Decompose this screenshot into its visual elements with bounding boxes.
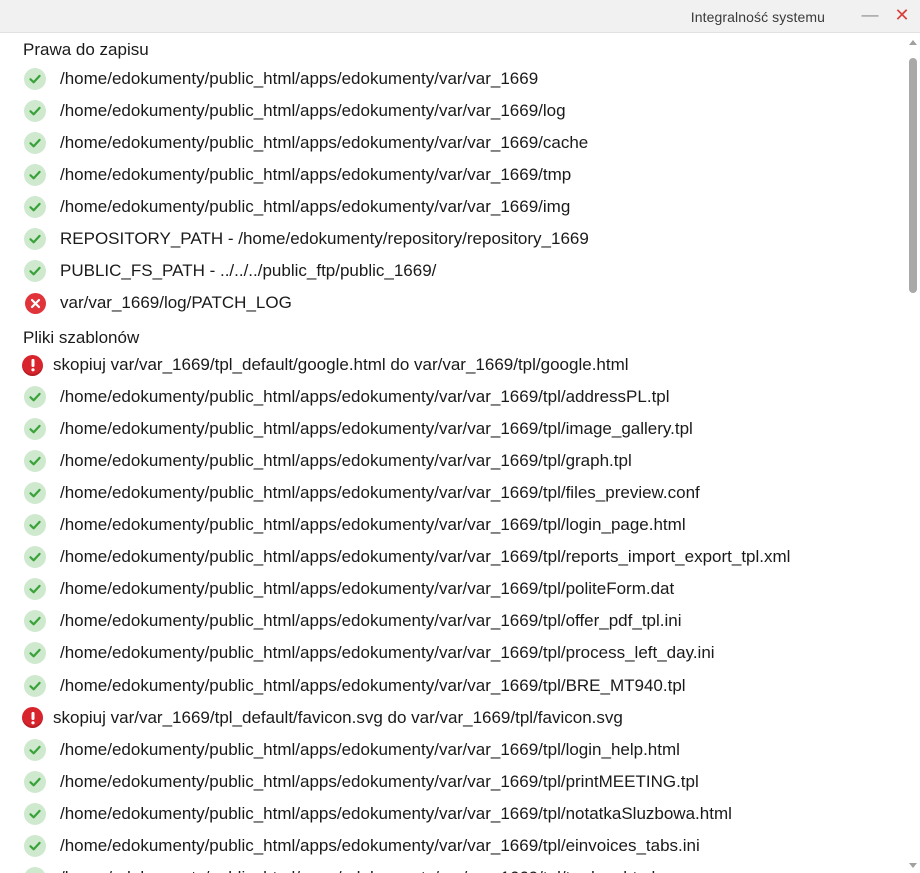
check-row-text: /home/edokumenty/public_html/apps/edokum… bbox=[60, 868, 655, 873]
check-row-text: skopiuj var/var_1669/tpl_default/google.… bbox=[53, 355, 629, 374]
check-row-text: /home/edokumenty/public_html/apps/edokum… bbox=[60, 547, 791, 567]
check-circle-icon bbox=[24, 770, 46, 793]
check-row-text: /home/edokumenty/public_html/apps/edokum… bbox=[60, 483, 700, 503]
close-button[interactable]: ✕ bbox=[892, 5, 912, 25]
check-circle-icon bbox=[24, 386, 46, 409]
section-title-templates: Pliki szablonów bbox=[23, 328, 140, 347]
check-row-text: /home/edokumenty/public_html/apps/edokum… bbox=[60, 133, 589, 153]
check-row-ok: /home/edokumenty/public_html/apps/edokum… bbox=[22, 863, 655, 873]
check-circle-icon bbox=[24, 674, 46, 697]
check-row-text: skopiuj var/var_1669/tpl_default/favicon… bbox=[53, 707, 623, 727]
vertical-scrollbar[interactable] bbox=[906, 33, 920, 873]
check-circle-icon bbox=[24, 100, 46, 123]
check-row-ok: /home/edokumenty/public_html/apps/edokum… bbox=[22, 831, 700, 861]
window-titlebar: Integralność systemu — ✕ bbox=[0, 0, 920, 33]
scroll-down-arrow-icon[interactable] bbox=[909, 863, 917, 868]
check-row-warning: skopiuj var/var_1669/tpl_default/favicon… bbox=[22, 703, 623, 733]
check-row-text: /home/edokumenty/public_html/apps/edokum… bbox=[60, 835, 700, 855]
check-row-ok: /home/edokumenty/public_html/apps/edokum… bbox=[22, 767, 699, 797]
check-row-error: var/var_1669/log/PATCH_LOG bbox=[22, 288, 292, 318]
check-circle-icon bbox=[24, 450, 46, 473]
check-row-text: /home/edokumenty/public_html/apps/edokum… bbox=[60, 675, 686, 695]
check-circle-icon bbox=[24, 738, 46, 761]
scrollbar-thumb[interactable] bbox=[909, 58, 917, 293]
check-row-ok: /home/edokumenty/public_html/apps/edokum… bbox=[22, 446, 632, 476]
check-circle-icon bbox=[24, 578, 46, 601]
check-row-text: PUBLIC_FS_PATH - ../../../public_ftp/pub… bbox=[60, 261, 437, 281]
check-row-ok: /home/edokumenty/public_html/apps/edokum… bbox=[22, 64, 538, 94]
check-row-ok: /home/edokumenty/public_html/apps/edokum… bbox=[22, 574, 674, 604]
check-circle-icon bbox=[24, 418, 46, 441]
check-row-text: REPOSITORY_PATH - /home/edokumenty/repos… bbox=[60, 229, 589, 249]
check-row-ok: /home/edokumenty/public_html/apps/edokum… bbox=[22, 542, 790, 572]
integrity-report: Prawa do zapisu /home/edokumenty/public_… bbox=[0, 33, 906, 873]
check-row-ok: /home/edokumenty/public_html/apps/edokum… bbox=[22, 671, 686, 701]
check-row-text: /home/edokumenty/public_html/apps/edokum… bbox=[60, 803, 732, 823]
check-row-ok: /home/edokumenty/public_html/apps/edokum… bbox=[22, 192, 570, 222]
check-row-ok: /home/edokumenty/public_html/apps/edokum… bbox=[22, 160, 571, 190]
check-row-text: /home/edokumenty/public_html/apps/edokum… bbox=[60, 771, 699, 791]
check-row-text: /home/edokumenty/public_html/apps/edokum… bbox=[60, 165, 572, 185]
check-row-text: /home/edokumenty/public_html/apps/edokum… bbox=[60, 69, 539, 88]
check-row-text: /home/edokumenty/public_html/apps/edokum… bbox=[60, 197, 571, 217]
check-row-text: /home/edokumenty/public_html/apps/edokum… bbox=[60, 515, 686, 535]
exclamation-circle-icon bbox=[22, 707, 43, 729]
check-row-text: /home/edokumenty/public_html/apps/edokum… bbox=[60, 643, 715, 663]
check-row-ok: /home/edokumenty/public_html/apps/edokum… bbox=[22, 128, 588, 158]
check-row-ok: /home/edokumenty/public_html/apps/edokum… bbox=[22, 382, 670, 412]
check-circle-icon bbox=[24, 642, 46, 665]
check-circle-icon bbox=[24, 802, 46, 825]
check-row-text: /home/edokumenty/public_html/apps/edokum… bbox=[60, 101, 566, 121]
check-row-ok: /home/edokumenty/public_html/apps/edokum… bbox=[22, 478, 700, 508]
check-row-warning: skopiuj var/var_1669/tpl_default/google.… bbox=[22, 350, 629, 380]
check-row-ok: /home/edokumenty/public_html/apps/edokum… bbox=[22, 606, 682, 636]
check-row-ok: /home/edokumenty/public_html/apps/edokum… bbox=[22, 638, 715, 668]
window-title: Integralność systemu bbox=[690, 9, 825, 25]
check-row-ok: PUBLIC_FS_PATH - ../../../public_ftp/pub… bbox=[22, 256, 436, 286]
check-row-ok: /home/edokumenty/public_html/apps/edokum… bbox=[22, 414, 693, 444]
check-row-text: /home/edokumenty/public_html/apps/edokum… bbox=[60, 611, 682, 631]
scroll-up-arrow-icon[interactable] bbox=[909, 40, 917, 45]
check-circle-icon bbox=[24, 514, 46, 537]
error-x-circle-icon bbox=[25, 292, 46, 314]
exclamation-circle-icon bbox=[22, 354, 43, 376]
check-row-ok: /home/edokumenty/public_html/apps/edokum… bbox=[22, 799, 732, 829]
check-circle-icon bbox=[24, 132, 46, 155]
check-circle-icon bbox=[24, 260, 46, 283]
check-row-ok: /home/edokumenty/public_html/apps/edokum… bbox=[22, 510, 686, 540]
check-row-ok: REPOSITORY_PATH - /home/edokumenty/repos… bbox=[22, 224, 589, 254]
minimize-button[interactable]: — bbox=[860, 5, 880, 25]
check-row-text: var/var_1669/log/PATCH_LOG bbox=[60, 293, 292, 313]
check-row-text: /home/edokumenty/public_html/apps/edokum… bbox=[60, 579, 675, 599]
section-title-write-permissions: Prawa do zapisu bbox=[23, 40, 149, 59]
check-circle-icon bbox=[24, 196, 46, 219]
check-row-text: /home/edokumenty/public_html/apps/edokum… bbox=[60, 451, 632, 471]
check-row-text: /home/edokumenty/public_html/apps/edokum… bbox=[60, 739, 680, 759]
check-circle-icon bbox=[24, 546, 46, 569]
check-row-text: /home/edokumenty/public_html/apps/edokum… bbox=[60, 387, 670, 407]
check-row-ok: /home/edokumenty/public_html/apps/edokum… bbox=[22, 96, 566, 126]
check-circle-icon bbox=[24, 834, 46, 857]
check-circle-icon bbox=[24, 164, 46, 187]
check-circle-icon bbox=[24, 610, 46, 633]
check-row-ok: /home/edokumenty/public_html/apps/edokum… bbox=[22, 735, 680, 765]
check-circle-icon bbox=[24, 228, 46, 251]
check-circle-icon bbox=[24, 482, 46, 505]
check-circle-icon bbox=[24, 866, 46, 873]
check-circle-icon bbox=[24, 68, 46, 90]
check-row-text: /home/edokumenty/public_html/apps/edokum… bbox=[60, 419, 693, 439]
